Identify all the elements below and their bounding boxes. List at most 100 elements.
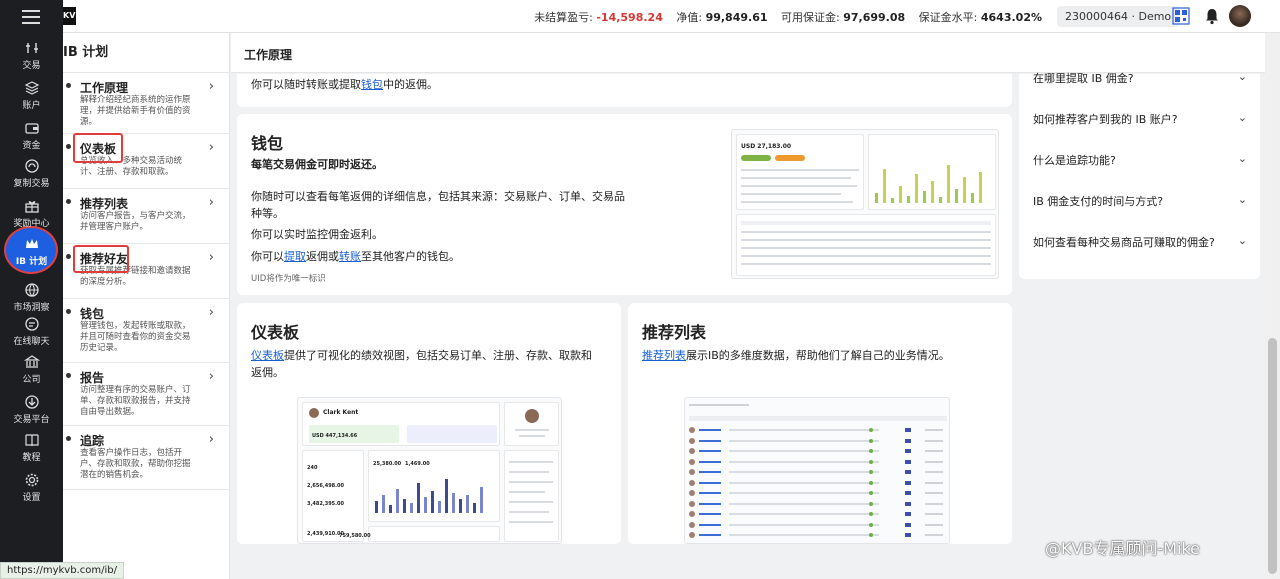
menu-bullet-icon [66,309,71,314]
referrals-text-body: 展示IB的多维度数据，帮助他们了解自己的业务情况。 [686,349,950,362]
faq-item-3[interactable]: IB 佣金支付的时间与方式? ⌄ [1033,193,1247,209]
ib-menu-item-title: 报告 [80,371,105,385]
gear-icon [24,472,40,488]
status-url: https://mykvb.com/ib/ [0,562,124,579]
dashboard-preview-stat1: 240 [307,465,318,471]
faq-item-4[interactable]: 如何查看每种交易商品可赚取的佣金? ⌄ [1033,234,1247,250]
transfer-text-post: 中的返佣。 [383,78,438,91]
faq-question: 如何查看每种交易商品可赚取的佣金? [1033,236,1215,249]
ib-menu-item-5[interactable]: 报告 访问整理有序的交易账户、订单、存款和取款报告，并支持自由导出数据。 › [63,363,230,426]
qr-code-icon[interactable] [1172,7,1190,25]
rail-item-2[interactable]: 资金 [0,120,63,158]
chevron-right-icon: › [208,305,214,320]
preview-bar [891,198,894,203]
transfer-link[interactable]: 转账 [339,250,361,263]
referrals-preview-image [684,397,950,544]
highlight-dashboard [73,133,123,163]
free-margin-label: 可用保证金: [781,11,840,24]
rail-item-3[interactable]: 复制交易 [0,158,63,196]
hamburger-menu-icon[interactable] [22,10,40,26]
rail-item-9[interactable]: 交易平台 [0,394,63,432]
preview-bar [403,499,406,513]
kvb-logo[interactable]: KVB [63,7,76,25]
wallet-preview-table [736,214,996,276]
rail-item-7[interactable]: 在线聊天 [0,316,63,354]
main-nav-rail: 交易 账户 资金复制交易奖励中心 IB 计划市场洞察在线聊天公司交易平台教程设置 [0,0,63,579]
dashboard-preview-stat4: 25,380.00 [373,461,402,467]
dashboard-text-body: 提供了可视化的绩效视图，包括交易订单、注册、存款、取款和返佣。 [251,349,592,379]
preview-table-row [689,468,947,476]
user-avatar[interactable] [1229,5,1251,27]
scrollbar-thumb[interactable] [1268,338,1277,574]
rail-item-label: 教程 [22,453,41,463]
trade-icon [24,40,40,56]
preview-bar [452,493,455,513]
preview-table-row [689,447,947,455]
dashboard-preview-stat2: 2,656,498.00 [307,483,345,489]
rail-item-8[interactable]: 公司 [0,354,63,392]
rail-item-10[interactable]: 教程 [0,432,63,470]
wallet-p1: 你随时可以查看每笔返佣的详细信息，包括其来源：交易账户、订单、交易品种等。 [251,190,625,220]
chevron-down-icon: ⌄ [1237,193,1247,206]
dashboard-preview-feed [504,450,559,542]
referrals-card: 推荐列表 推荐列表展示IB的多维度数据，帮助他们了解自己的业务情况。 [628,303,1012,544]
equity-label: 净值: [676,11,703,24]
dashboard-preview-balance: USD 447,134.66 [312,433,358,439]
preview-bar [459,499,462,513]
faq-item-0[interactable]: 在哪里提取 IB 佣金? ⌄ [1033,70,1247,86]
rail-item-4[interactable]: 奖励中心 [0,198,63,236]
referrals-text: 推荐列表展示IB的多维度数据，帮助他们了解自己的业务情况。 [642,347,998,364]
highlight-refer-friend [73,245,129,273]
rail-item-label: 公司 [22,375,41,385]
rail-item-label: 在线聊天 [13,337,50,347]
preview-bar [931,181,934,203]
dashboard-link[interactable]: 仪表板 [251,349,284,362]
chevron-down-icon: ⌄ [1237,234,1247,247]
ib-menu-item-4[interactable]: 钱包 管理钱包，发起转账或取款，并且可随时查看你的资金交易历史记录。 › [63,299,230,363]
menu-bullet-icon [66,436,71,441]
menu-bullet-icon [66,254,71,259]
ib-menu-item-0[interactable]: 工作原理 解释介绍经纪商系统的运作原理，并提供给新手有价值的资源。 › [63,73,230,134]
preview-table-row [689,521,947,529]
notification-bell-icon[interactable] [1203,7,1221,25]
ib-menu-item-desc: 查看客户操作日志，包括开户、存款和取款，帮助你挖掘潜在的销售机会。 [80,448,191,480]
rail-item-6[interactable]: 市场洞察 [0,282,63,320]
preview-bar [382,495,385,513]
preview-bar [915,174,918,203]
wallet-preview-chart-box [868,134,996,210]
wallet-preview-image: USD 27,183.00 [731,129,999,279]
withdraw-link[interactable]: 提取 [284,250,306,263]
rail-item-1[interactable]: 账户 [0,80,63,118]
wallet-link[interactable]: 钱包 [361,78,383,91]
ib-menu-item-6[interactable]: 追踪 查看客户操作日志，包括开户、存款和取款，帮助你挖掘潜在的销售机会。 › [63,426,230,490]
faq-item-2[interactable]: 什么是追踪功能? ⌄ [1033,152,1247,168]
faq-question: 在哪里提取 IB 佣金? [1033,72,1134,85]
wallet-icon [24,120,40,136]
wallet-preview-bars [875,155,991,203]
rail-item-11[interactable]: 设置 [0,472,63,510]
ib-menu-item-2[interactable]: 推荐列表 访问客户报告，与客户交流，并管理客户账户。 › [63,189,230,244]
preview-bar [979,171,982,203]
account-selector[interactable]: 230000464 · Demo [1057,6,1180,27]
preview-bar [883,169,886,203]
watermark: @KVB专属顾问-Mike [1045,539,1200,558]
wallet-preview-balance: USD 27,183.00 [741,143,792,150]
ib-menu-item-title: 推荐列表 [80,197,129,211]
menu-bullet-icon [66,144,71,149]
dashboard-preview-bars [375,473,495,513]
ib-menu-item-title: 工作原理 [80,81,129,95]
chevron-right-icon: › [208,432,214,447]
ib-menu-item-desc: 访问整理有序的交易账户、订单、存款和取款报告，并支持自由导出数据。 [80,385,191,417]
wallet-card: 钱包 每笔交易佣金可即时返还。 你随时可以查看每笔返佣的详细信息，包括其来源：交… [237,114,1012,295]
rail-item-label: IB 计划 [15,257,48,267]
rail-item-0[interactable]: 交易 [0,40,63,78]
preview-bar [445,479,448,513]
uid-note: UID将作为唯一标识 [251,274,326,284]
rail-item-label: 复制交易 [13,179,50,189]
ib-section-sidebar: IB 计划 工作原理 解释介绍经纪商系统的运作原理，并提供给新手有价值的资源。 › 仪… [63,33,230,579]
wallet-preview-balance-box: USD 27,183.00 [736,134,864,210]
rail-item-5[interactable]: IB 计划 [0,236,63,274]
referrals-link[interactable]: 推荐列表 [642,349,686,362]
preview-bar [466,495,469,513]
faq-item-1[interactable]: 如何推荐客户到我的 IB 账户? ⌄ [1033,111,1247,127]
